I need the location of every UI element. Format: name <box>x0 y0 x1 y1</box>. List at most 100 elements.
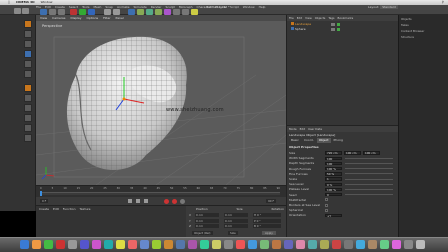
object-list-item[interactable]: Landscape <box>291 22 340 26</box>
attribute-checkbox[interactable] <box>325 198 328 202</box>
texture-mode-icon[interactable] <box>24 40 32 48</box>
visibility-dots-icon[interactable] <box>331 22 335 26</box>
side-tab[interactable]: Objects <box>401 17 424 21</box>
attribute-value-field[interactable]: 0 % <box>325 182 342 186</box>
record-button[interactable] <box>164 198 169 204</box>
app-menu-item[interactable]: Script <box>230 5 239 10</box>
goto-start-button[interactable] <box>128 199 132 203</box>
material-menu-item[interactable]: Function <box>63 207 76 211</box>
attribute-value-field[interactable]: 100 % <box>325 166 342 171</box>
play-button[interactable] <box>136 199 140 203</box>
size-field[interactable]: 0 cm <box>224 218 248 223</box>
size-field[interactable]: 0 cm <box>224 224 248 228</box>
excel-icon[interactable] <box>260 240 269 249</box>
keyframe-selection-button[interactable] <box>180 198 185 204</box>
playhead[interactable] <box>40 191 42 196</box>
attribute-value-field[interactable]: 100 % <box>325 187 342 192</box>
attribute-value-field[interactable]: 50 % <box>325 172 342 176</box>
tv-icon[interactable] <box>188 240 197 249</box>
chrome-icon[interactable] <box>236 240 245 249</box>
preview-icon[interactable] <box>356 240 365 249</box>
object-menu-item[interactable]: Objects <box>315 16 326 20</box>
apply-button[interactable]: Apply <box>262 231 276 235</box>
launchpad-icon[interactable] <box>32 240 41 249</box>
side-tab[interactable]: Takes <box>401 23 424 27</box>
reminders-icon[interactable] <box>104 240 113 249</box>
attribute-menu-item[interactable]: Edit <box>300 127 305 131</box>
timeline[interactable]: 0 5 10 15 20 25 30 35 40 45 50 55 60 65 70 75 80 85 90 <box>36 185 286 197</box>
tag-check-icon[interactable] <box>337 22 340 26</box>
music-icon[interactable] <box>164 240 173 249</box>
side-tab[interactable]: Structure <box>401 35 424 39</box>
mail-icon[interactable] <box>56 240 65 249</box>
object-menu-item[interactable]: Edit <box>297 16 302 20</box>
perspective-viewport[interactable]: View Cameras Display Options Filter Panel Per… <box>36 15 286 185</box>
value-slider[interactable] <box>345 178 393 180</box>
value-slider[interactable] <box>345 157 393 159</box>
material-menu-item[interactable]: Create <box>39 207 49 211</box>
layout-value[interactable]: Standard <box>380 5 398 9</box>
attribute-value-field[interactable]: 100 <box>325 156 342 160</box>
edges-mode-icon[interactable] <box>24 60 32 68</box>
wechat-icon[interactable] <box>392 240 401 249</box>
value-slider[interactable] <box>345 194 393 196</box>
system-preferences-icon[interactable] <box>224 240 233 249</box>
safari-icon[interactable] <box>44 240 53 249</box>
visibility-dots-icon[interactable] <box>331 27 335 31</box>
attribute-value-field[interactable]: 1 <box>325 177 342 181</box>
finder-icon[interactable] <box>20 240 29 249</box>
illustrator-icon[interactable] <box>296 240 305 249</box>
grid-icon[interactable] <box>24 134 32 142</box>
value-slider[interactable] <box>345 173 393 175</box>
object-menu-item[interactable]: File <box>289 16 294 20</box>
app-store-icon[interactable] <box>212 240 221 249</box>
attribute-menu-item[interactable]: Mode <box>289 127 297 131</box>
tag-check-icon[interactable] <box>337 27 340 31</box>
attribute-value-field[interactable]: 100 cm <box>344 151 361 155</box>
rotation-field[interactable]: H 0 ° <box>253 213 281 217</box>
powerpoint-icon[interactable] <box>272 240 281 249</box>
attribute-tab[interactable]: Basic <box>289 138 301 143</box>
orientation-select[interactable]: +Y <box>325 213 342 218</box>
workplane-icon[interactable] <box>24 114 32 122</box>
redo-icon[interactable] <box>22 8 29 14</box>
axis-mode-icon[interactable] <box>24 84 32 92</box>
snap-icon[interactable] <box>24 104 32 112</box>
attribute-value-field[interactable]: 0 <box>325 192 342 197</box>
attribute-tab[interactable]: Object <box>316 138 331 143</box>
photoshop-icon[interactable] <box>284 240 293 249</box>
material-menu-item[interactable]: Texture <box>80 207 91 211</box>
lock-workplane-icon[interactable] <box>24 124 32 132</box>
documents-icon[interactable] <box>404 240 413 249</box>
model-mode-icon[interactable] <box>24 30 32 38</box>
rotation-field[interactable]: B 0 ° <box>253 224 281 228</box>
value-slider[interactable] <box>345 168 393 170</box>
notes-icon[interactable] <box>92 240 101 249</box>
object-menu-item[interactable]: View <box>305 16 312 20</box>
attribute-value-field[interactable]: 100 cm <box>363 151 380 155</box>
value-slider[interactable] <box>345 183 393 185</box>
premiere-icon[interactable] <box>320 240 329 249</box>
value-slider[interactable] <box>345 162 393 164</box>
calendar-icon[interactable] <box>80 240 89 249</box>
landscape-sphere-object[interactable] <box>66 36 187 170</box>
facetime-icon[interactable] <box>152 240 161 249</box>
material-manager[interactable]: Create Edit Function Texture <box>36 205 186 237</box>
object-list-item[interactable]: Sphere <box>291 27 340 31</box>
position-field[interactable]: 0 cm <box>195 218 219 223</box>
maps-icon[interactable] <box>116 240 125 249</box>
trash-icon[interactable] <box>416 240 425 249</box>
autokey-button[interactable] <box>172 198 177 204</box>
goto-end-button[interactable] <box>144 199 148 203</box>
rotation-field[interactable]: P 0 ° <box>253 218 281 223</box>
side-tab[interactable]: Content Browser <box>401 29 424 33</box>
terminal-icon[interactable] <box>344 240 353 249</box>
make-editable-icon[interactable] <box>24 20 32 28</box>
attribute-value-field[interactable]: 720 cm <box>325 151 342 155</box>
end-frame-field[interactable]: 90 F <box>266 199 277 203</box>
undo-icon[interactable] <box>14 8 21 14</box>
attribute-checkbox[interactable] <box>325 208 328 212</box>
qq-icon[interactable] <box>380 240 389 249</box>
attribute-tab[interactable]: Coord. <box>302 138 316 143</box>
position-field[interactable]: 0 cm <box>195 213 219 217</box>
